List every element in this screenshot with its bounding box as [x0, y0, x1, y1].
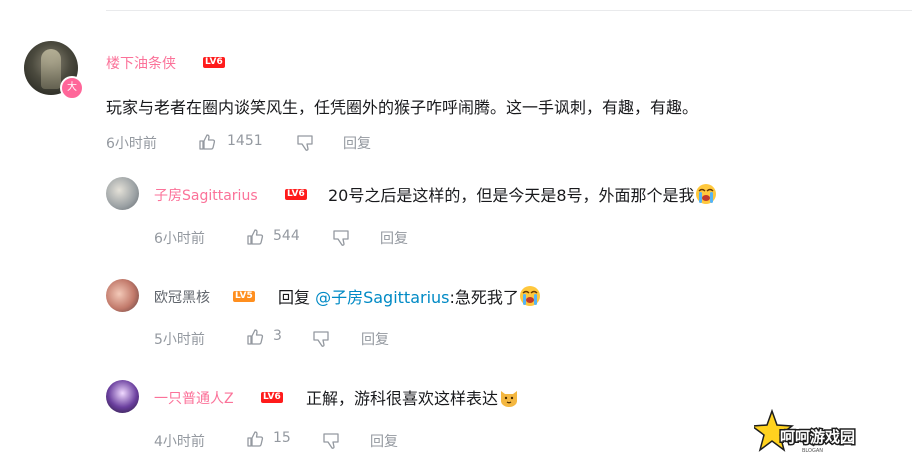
like-icon[interactable]: [198, 133, 216, 151]
watermark-subtext: BLOGAN: [802, 448, 823, 454]
watermark-text: 呵呵游戏园: [780, 428, 855, 446]
like-count: 3: [273, 328, 282, 344]
avatar[interactable]: [106, 177, 139, 210]
like-icon[interactable]: [246, 328, 264, 346]
reply-text: 正解，游科很喜欢这样表达: [306, 389, 499, 408]
crying-emoji-icon: [695, 184, 716, 204]
like-count: 544: [273, 228, 300, 244]
level-badge: LV6: [285, 189, 307, 200]
crying-emoji-icon: [519, 286, 540, 306]
dislike-icon[interactable]: [322, 432, 340, 450]
reply-username[interactable]: 子房Sagittarius: [154, 185, 258, 205]
reply-button[interactable]: 回复: [380, 228, 408, 248]
reply-text-row: 回复 @子房Sagittarius:急死我了: [278, 284, 541, 308]
like-icon[interactable]: [246, 430, 264, 448]
watermark-logo: 呵呵游戏园 BLOGAN: [754, 409, 857, 454]
dislike-icon[interactable]: [296, 134, 314, 152]
comment-username[interactable]: 楼下油条侠: [106, 53, 176, 73]
dislike-icon[interactable]: [312, 330, 330, 348]
reply-time: 5小时前: [154, 332, 205, 348]
reply-button[interactable]: 回复: [343, 133, 371, 153]
mention-link[interactable]: @子房Sagittarius: [315, 288, 449, 307]
like-count: 1451: [227, 133, 263, 149]
avatar[interactable]: [106, 279, 139, 312]
reply-text-row: 20号之后是这样的，但是今天是8号，外面那个是我: [328, 182, 717, 206]
like-count: 15: [273, 430, 291, 446]
dislike-icon[interactable]: [332, 229, 350, 247]
reply-text: :急死我了: [449, 288, 519, 307]
comment-time: 6小时前: [106, 136, 157, 152]
level-badge: LV6: [261, 392, 283, 403]
reply-username[interactable]: 一只普通人Z: [154, 388, 234, 408]
level-badge: LV5: [233, 291, 255, 302]
reply-text-row: 正解，游科很喜欢这样表达: [306, 385, 520, 409]
reply-time: 6小时前: [154, 231, 205, 247]
cat-emoji-icon: [501, 391, 518, 407]
comment-text: 玩家与老者在圈内谈笑风生，任凭圈外的猴子咋呼闹腾。这一手讽刺，有趣，有趣。: [106, 98, 699, 117]
like-icon[interactable]: [246, 228, 264, 246]
reply-username[interactable]: 欧冠黑核: [154, 287, 210, 307]
avatar-badge: 大: [60, 76, 84, 100]
reply-time: 4小时前: [154, 434, 205, 450]
reply-text: 20号之后是这样的，但是今天是8号，外面那个是我: [328, 186, 695, 205]
avatar[interactable]: [106, 380, 139, 413]
level-badge: LV6: [203, 57, 225, 68]
reply-prefix: 回复: [278, 288, 316, 307]
reply-button[interactable]: 回复: [370, 431, 398, 451]
reply-button[interactable]: 回复: [361, 329, 389, 349]
top-divider: [106, 10, 912, 11]
